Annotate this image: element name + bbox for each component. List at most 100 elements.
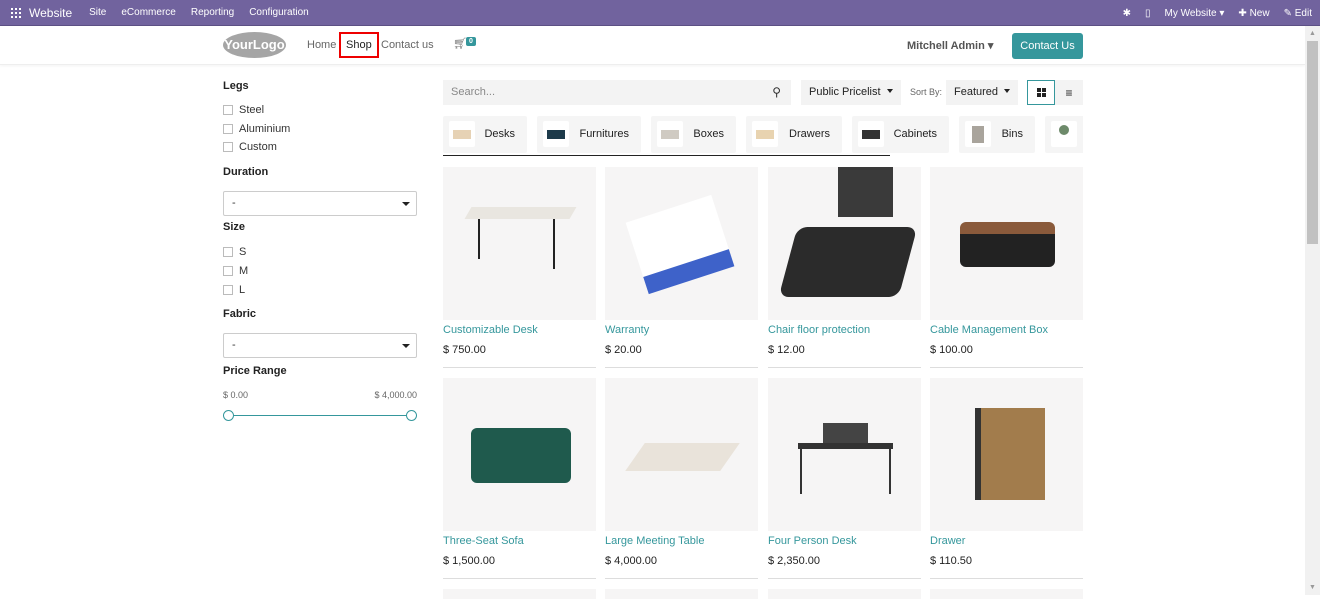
- category-cabinets[interactable]: Cabinets: [852, 116, 949, 153]
- product-image[interactable]: [930, 167, 1083, 320]
- product-image[interactable]: [768, 589, 921, 599]
- filter-size-l[interactable]: L: [223, 284, 245, 296]
- duration-select[interactable]: -: [223, 191, 417, 216]
- product-image[interactable]: [443, 378, 596, 531]
- filter-custom[interactable]: Custom: [223, 141, 277, 153]
- product-name[interactable]: Four Person Desk: [768, 535, 857, 547]
- menu-ecommerce[interactable]: eCommerce: [121, 7, 175, 18]
- filter-aluminium[interactable]: Aluminium: [223, 123, 290, 135]
- product-image[interactable]: [443, 167, 596, 320]
- product-image[interactable]: [768, 167, 921, 320]
- new-button[interactable]: ✚ New: [1238, 8, 1269, 19]
- edit-label: Edit: [1294, 7, 1312, 19]
- grid-icon: [1036, 88, 1046, 97]
- contact-us-button[interactable]: Contact Us: [1012, 33, 1083, 59]
- product-card[interactable]: Three-Seat Sofa $ 1,500.00: [443, 378, 596, 579]
- product-image[interactable]: [605, 589, 758, 599]
- category-furnitures[interactable]: Furnitures: [537, 116, 641, 153]
- search-input[interactable]: Search... ⚲: [443, 80, 791, 105]
- nav-contact-us[interactable]: Contact us: [381, 32, 434, 58]
- apps-menu-icon[interactable]: [11, 7, 21, 18]
- fabric-select[interactable]: -: [223, 333, 417, 358]
- nav-home[interactable]: Home: [307, 32, 336, 58]
- sort-dropdown[interactable]: Featured: [946, 80, 1019, 105]
- sort-label: Sort By:: [910, 87, 943, 97]
- checkbox[interactable]: [223, 247, 233, 257]
- nav-shop[interactable]: Shop: [339, 32, 379, 58]
- scrollbar[interactable]: ▲ ▼: [1305, 26, 1320, 595]
- product-name[interactable]: Warranty: [605, 324, 649, 336]
- cart-icon[interactable]: 🛒︎: [453, 37, 467, 50]
- product-image[interactable]: [443, 589, 596, 599]
- product-image[interactable]: [930, 378, 1083, 531]
- product-card[interactable]: Drawer $ 110.50: [930, 378, 1083, 579]
- price-min-handle[interactable]: [223, 410, 234, 421]
- product-card[interactable]: Four Person Desk $ 2,350.00: [768, 378, 921, 579]
- checkbox[interactable]: [223, 142, 233, 152]
- product-card[interactable]: Warranty $ 20.00: [605, 167, 758, 368]
- search-icon[interactable]: ⚲: [772, 80, 781, 105]
- menu-reporting[interactable]: Reporting: [191, 7, 234, 18]
- app-name[interactable]: Website: [29, 6, 72, 20]
- category-label: Drawers: [789, 128, 830, 140]
- divider: [930, 367, 1083, 368]
- product-name[interactable]: Large Meeting Table: [605, 535, 704, 547]
- product-card[interactable]: Customizable Desk $ 750.00: [443, 167, 596, 368]
- checkbox[interactable]: [223, 285, 233, 295]
- product-image[interactable]: [930, 589, 1083, 599]
- product-card[interactable]: Large Meeting Table $ 4,000.00: [605, 378, 758, 579]
- mobile-preview-icon[interactable]: ▯: [1145, 8, 1151, 19]
- new-label: New: [1249, 7, 1270, 19]
- product-name[interactable]: Cable Management Box: [930, 324, 1048, 336]
- category-bins[interactable]: Bins: [959, 116, 1035, 153]
- menu-configuration[interactable]: Configuration: [249, 7, 308, 18]
- filter-title-duration: Duration: [223, 166, 269, 178]
- user-menu[interactable]: Mitchell Admin ▾: [907, 39, 993, 52]
- list-view-button[interactable]: ≡: [1055, 80, 1083, 105]
- product-price: $ 100.00: [930, 344, 973, 356]
- checkbox[interactable]: [223, 105, 233, 115]
- category-boxes[interactable]: Boxes: [651, 116, 736, 153]
- category-lamps[interactable]: [1045, 116, 1083, 153]
- filter-title-legs: Legs: [223, 80, 249, 92]
- product-price: $ 750.00: [443, 344, 486, 356]
- price-max: $ 4,000.00: [374, 390, 417, 400]
- price-max-handle[interactable]: [406, 410, 417, 421]
- product-price: $ 110.50: [930, 555, 973, 567]
- website-switcher-label: My Website: [1164, 7, 1217, 19]
- edit-button[interactable]: ✎ Edit: [1284, 8, 1312, 19]
- divider: [605, 578, 758, 579]
- product-name[interactable]: Customizable Desk: [443, 324, 538, 336]
- category-drawers[interactable]: Drawers: [746, 116, 842, 153]
- divider: [930, 578, 1083, 579]
- site-logo[interactable]: YourLogo: [223, 32, 286, 58]
- scrollbar-thumb[interactable]: [1307, 41, 1318, 244]
- product-card[interactable]: Cable Management Box $ 100.00: [930, 167, 1083, 368]
- debug-bug-icon[interactable]: ✱: [1123, 8, 1131, 19]
- divider: [443, 367, 596, 368]
- category-label: Boxes: [693, 128, 724, 140]
- grid-view-button[interactable]: [1027, 80, 1055, 105]
- pricelist-dropdown[interactable]: Public Pricelist: [801, 80, 901, 105]
- checkbox[interactable]: [223, 124, 233, 134]
- filter-size-s[interactable]: S: [223, 246, 246, 258]
- menu-site[interactable]: Site: [89, 7, 106, 18]
- filter-steel[interactable]: Steel: [223, 104, 264, 116]
- search-placeholder: Search...: [451, 86, 496, 98]
- product-name[interactable]: Drawer: [930, 535, 965, 547]
- filter-size-m[interactable]: M: [223, 265, 248, 277]
- filter-title-size: Size: [223, 221, 246, 233]
- category-desks[interactable]: Desks: [443, 116, 527, 153]
- product-card[interactable]: Chair floor protection $ 12.00: [768, 167, 921, 368]
- cart-count-badge: 0: [466, 37, 476, 46]
- product-image[interactable]: [605, 167, 758, 320]
- filter-label: Custom: [239, 141, 277, 153]
- product-name[interactable]: Three-Seat Sofa: [443, 535, 524, 547]
- product-name[interactable]: Chair floor protection: [768, 324, 870, 336]
- website-switcher[interactable]: My Website ▾: [1165, 8, 1225, 19]
- checkbox[interactable]: [223, 266, 233, 276]
- product-image[interactable]: [605, 378, 758, 531]
- carousel-indicator: [443, 155, 890, 156]
- category-thumbnail: [657, 121, 683, 147]
- product-image[interactable]: [768, 378, 921, 531]
